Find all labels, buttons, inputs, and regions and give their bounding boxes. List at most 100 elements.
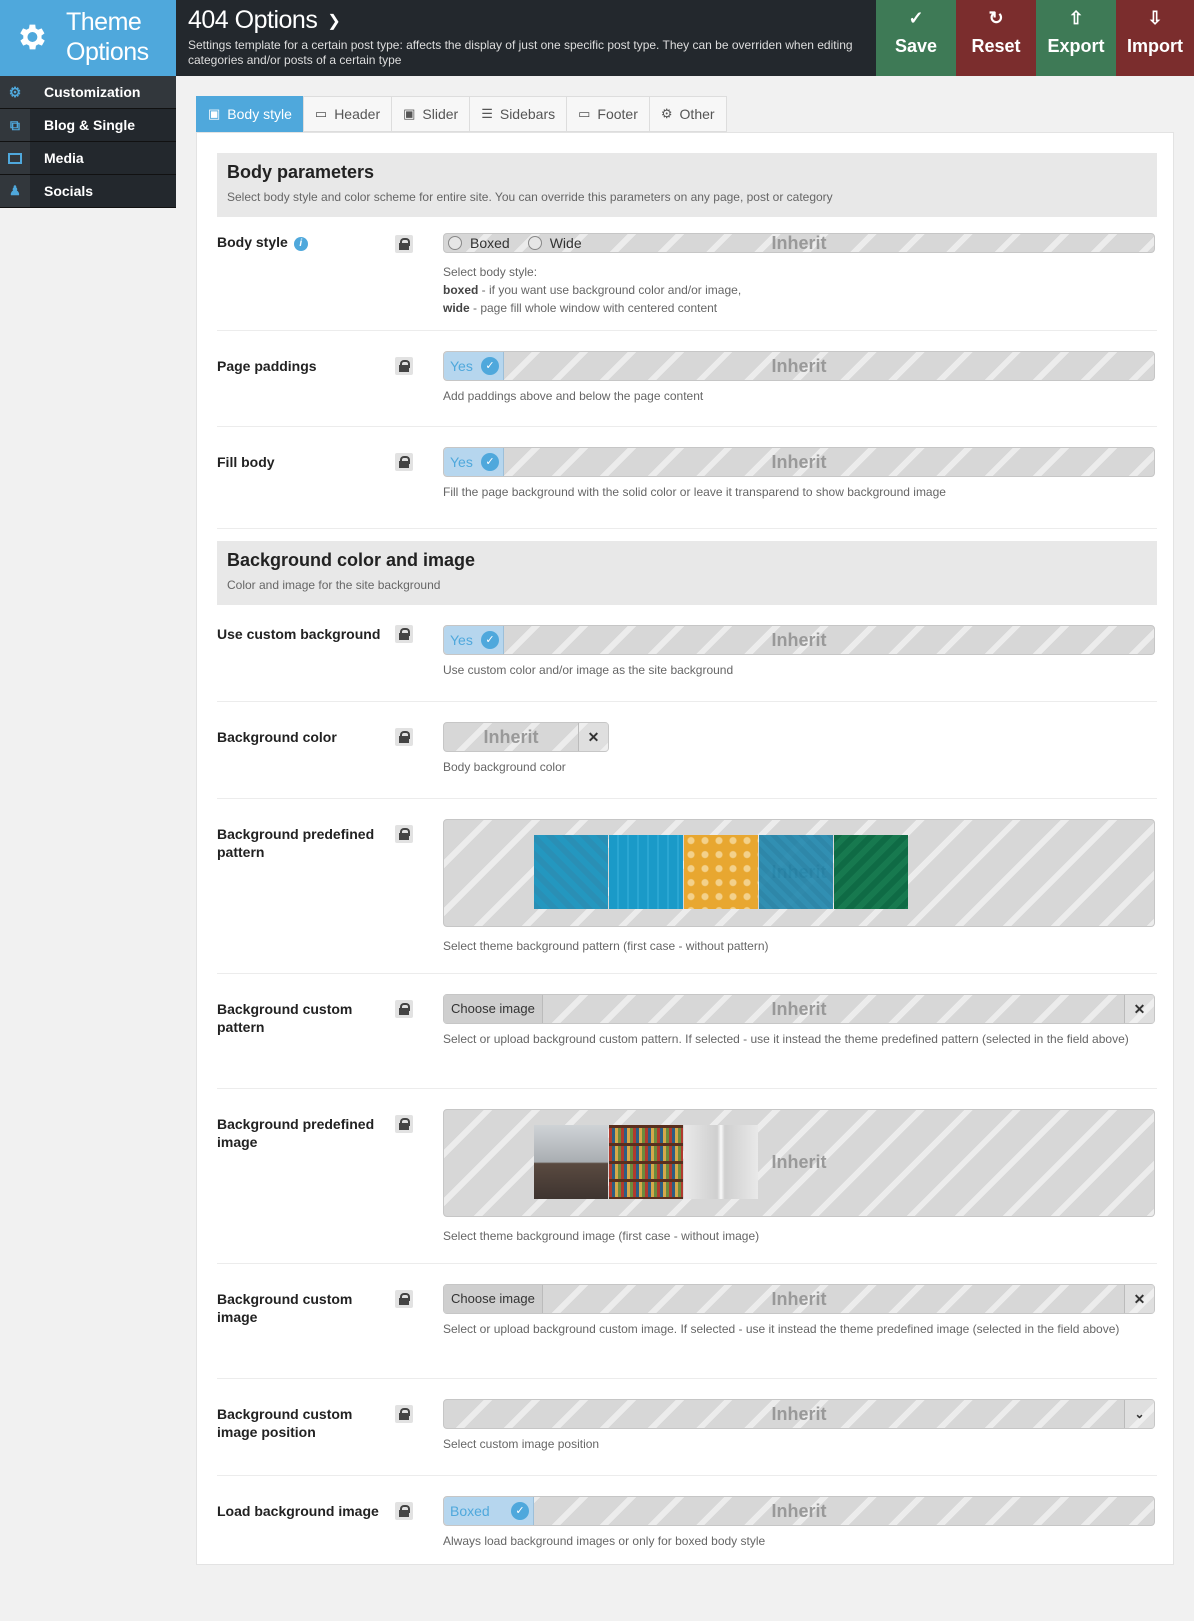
tab-sidebars[interactable]: ☰ Sidebars [469,96,567,132]
option-background-predefined-pattern: Background predefined pattern Inherit Se… [217,799,1157,974]
page-subtitle: Settings template for a certain post typ… [188,38,853,67]
page-title-dropdown[interactable]: 404 Options ❯ [188,6,341,35]
lock-icon[interactable] [395,625,413,643]
load-background-switch[interactable]: Inherit Boxed ✓ [443,1496,1155,1526]
lock-icon[interactable] [395,1115,413,1133]
logo-line2: Options [66,38,149,66]
refresh-icon: ↻ [988,8,1004,28]
lock-icon[interactable] [395,1502,413,1520]
option-load-background-image: Load background image Inherit Boxed ✓ Alw… [217,1476,1157,1566]
fill-body-switch[interactable]: Inherit Yes ✓ [443,447,1155,477]
option-fill-body: Fill body Inherit Yes ✓ Fill the page bac… [217,427,1157,529]
custom-image-upload: Inherit Choose image ✕ [443,1284,1155,1314]
gear-icon: ⚙ [0,76,30,108]
section-background: Background color and image Color and ima… [217,541,1157,605]
option-use-custom-background: Use custom background Inherit Yes ✓ Use c… [217,605,1157,702]
tab-slider[interactable]: ▣ Slider [391,96,470,132]
image-thumb-attic[interactable] [534,1125,608,1199]
pattern-thumb-4[interactable] [759,835,833,909]
lock-icon[interactable] [395,357,413,375]
option-description: Body background color [443,760,566,774]
image-icon [0,142,30,174]
section-body-parameters: Body parameters Select body style and co… [217,153,1157,217]
lock-icon[interactable] [395,825,413,843]
yes-toggle[interactable]: Yes ✓ [444,626,504,654]
option-description: Select or upload background custom patte… [443,1032,1129,1046]
import-button[interactable]: ⇩ Import [1116,0,1194,76]
section-title: Background color and image [227,550,476,570]
sidebar-item-socials[interactable]: ♟ Socials [0,175,176,208]
save-button[interactable]: ✓ Save [876,0,956,76]
radio-boxed[interactable]: Boxed [448,234,510,252]
option-page-paddings: Page paddings Inherit Yes ✓ Add paddings … [217,331,1157,427]
lock-icon[interactable] [395,728,413,746]
clear-image-button[interactable]: ✕ [1124,1285,1154,1313]
gear-icon [20,24,45,50]
upload-icon: ⇧ [1068,8,1084,28]
option-label: Body style i [217,233,382,251]
info-icon[interactable]: i [293,237,308,251]
option-background-image-position: Background custom image position Inherit… [217,1379,1157,1476]
pattern-thumb-1[interactable] [534,835,608,909]
copy-icon: ⧉ [0,109,30,141]
tab-header[interactable]: ▭ Header [302,96,392,132]
pattern-thumb-3[interactable] [684,835,758,909]
sidebar-menu: ⚙ Customization ⧉ Blog & Single Media ♟ Soc… [0,76,176,208]
sidebar-item-media[interactable]: Media [0,142,176,175]
lock-icon[interactable] [395,1290,413,1308]
yes-toggle[interactable]: Yes ✓ [444,448,504,476]
clear-image-button[interactable]: ✕ [1124,995,1154,1023]
image-position-select[interactable]: Inherit ⌄ [443,1399,1155,1429]
section-title: Body parameters [227,162,375,182]
lock-icon[interactable] [395,1405,413,1423]
image-selector: Inherit [443,1109,1155,1217]
option-description: Add paddings above and below the page co… [443,389,704,403]
yes-toggle[interactable]: Yes ✓ [444,352,504,380]
sidebar-item-blog-single[interactable]: ⧉ Blog & Single [0,109,176,142]
window-icon: ▭ [578,106,591,121]
lock-icon[interactable] [395,453,413,471]
check-circle-icon: ✓ [481,631,499,649]
background-color-picker[interactable]: Inherit ✕ [443,722,609,752]
radio-wide[interactable]: Wide [527,234,582,252]
gear-icon: ⚙ [660,106,673,121]
pattern-thumb-2[interactable] [609,835,683,909]
check-circle-icon: ✓ [481,453,499,471]
section-description: Color and image for the site background [227,578,441,592]
sidebar-item-customization[interactable]: ⚙ Customization [0,76,176,109]
use-custom-background-switch[interactable]: Inherit Yes ✓ [443,625,1155,655]
image-thumb-corridor[interactable] [684,1125,758,1199]
check-icon: ✓ [908,8,924,28]
users-icon: ♟ [0,175,30,207]
check-circle-icon: ✓ [481,357,499,375]
top-bar: Theme Options 404 Options ❯ Settings temp… [0,0,1194,76]
page-paddings-switch[interactable]: Inherit Yes ✓ [443,351,1155,381]
reset-button[interactable]: ↻ Reset [956,0,1036,76]
choose-image-button[interactable]: Choose image [444,995,543,1023]
choose-image-button[interactable]: Choose image [444,1285,543,1313]
option-background-predefined-image: Background predefined image Inherit Sele… [217,1089,1157,1264]
export-button[interactable]: ⇧ Export [1036,0,1116,76]
image-thumb-bookshelf[interactable] [609,1125,683,1199]
page-title: 404 Options [188,6,318,34]
option-description: Use custom color and/or image as the sit… [443,663,734,677]
lock-icon[interactable] [395,1000,413,1018]
custom-pattern-upload: Inherit Choose image ✕ [443,994,1155,1024]
clear-color-button[interactable]: ✕ [578,723,608,751]
theme-options-logo: Theme Options [0,0,176,76]
chevron-down-icon[interactable]: ⌄ [1124,1400,1154,1428]
lock-icon[interactable] [395,235,413,253]
option-description: Select theme background image (first cas… [443,1229,760,1243]
tab-body-style[interactable]: ▣ Body style [196,96,303,132]
tab-other[interactable]: ⚙ Other [648,96,727,132]
options-tabs: ▣ Body style ▭ Header ▣ Slider ☰ Sidebars ▭ F… [196,96,727,132]
boxed-toggle[interactable]: Boxed ✓ [444,1497,534,1525]
chevron-down-icon: ❯ [327,13,341,31]
download-icon: ⇩ [1147,8,1163,28]
body-style-radio-group: Inherit Boxed Wide [443,233,1155,253]
logo-line1: Theme [66,8,142,36]
pattern-selector: Inherit [443,819,1155,927]
option-description: Select theme background pattern (first c… [443,939,769,953]
pattern-thumb-5[interactable] [834,835,908,909]
tab-footer[interactable]: ▭ Footer [566,96,649,132]
